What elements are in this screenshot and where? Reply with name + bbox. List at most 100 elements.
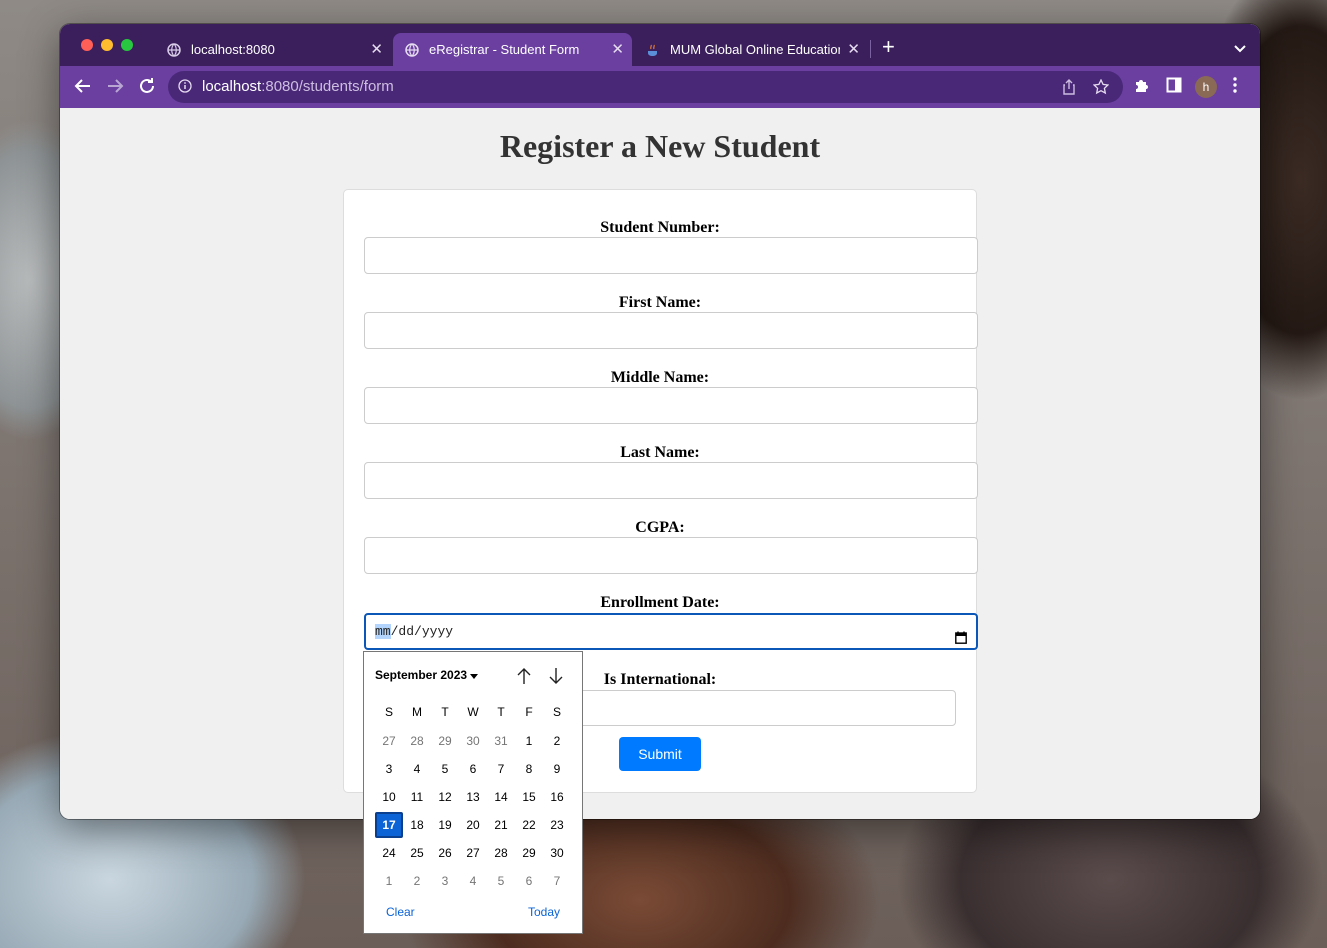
calendar-day[interactable]: 4 bbox=[403, 756, 431, 782]
enrollment-date-label: Enrollment Date: bbox=[600, 594, 720, 611]
bookmark-star-icon[interactable] bbox=[1092, 78, 1110, 99]
first-name-input[interactable] bbox=[364, 312, 978, 349]
side-panel-icon[interactable] bbox=[1166, 77, 1182, 98]
calendar-day[interactable]: 31 bbox=[487, 728, 515, 754]
calendar-day[interactable]: 29 bbox=[515, 840, 543, 866]
weekday-label: W bbox=[467, 705, 479, 719]
chevron-down-icon[interactable] bbox=[1234, 40, 1246, 58]
url-text: localhost:8080/students/form bbox=[202, 78, 394, 95]
close-tab-icon[interactable]: ✕ bbox=[611, 40, 624, 58]
kebab-menu-icon[interactable] bbox=[1233, 77, 1237, 98]
date-picker-popup: September 2023 SMTWTFS 27 28 29 30 31 1 2 3 4 5 6 7… bbox=[363, 651, 583, 934]
submit-button[interactable]: Submit bbox=[619, 737, 701, 771]
tab-localhost[interactable]: localhost:8080 ✕ bbox=[155, 33, 391, 66]
calendar-day[interactable]: 25 bbox=[403, 840, 431, 866]
calendar-day[interactable]: 16 bbox=[543, 784, 571, 810]
calendar-day[interactable]: 6 bbox=[459, 756, 487, 782]
previous-month-arrow-icon[interactable] bbox=[516, 667, 532, 690]
minimize-window-button[interactable] bbox=[101, 39, 113, 51]
calendar-day[interactable]: 1 bbox=[375, 868, 403, 894]
last-name-label: Last Name: bbox=[620, 444, 700, 461]
calendar-day[interactable]: 22 bbox=[515, 812, 543, 838]
date-year-segment[interactable]: yyyy bbox=[422, 624, 453, 639]
share-icon[interactable] bbox=[1062, 79, 1076, 99]
enrollment-date-input[interactable]: mm/dd/yyyy bbox=[364, 613, 978, 650]
url-host: localhost bbox=[202, 78, 262, 95]
calendar-day[interactable]: 13 bbox=[459, 784, 487, 810]
month-year-label: September 2023 bbox=[375, 668, 468, 682]
calendar-day[interactable]: 6 bbox=[515, 868, 543, 894]
calendar-day-selected[interactable]: 17 bbox=[375, 812, 403, 838]
calendar-day[interactable]: 27 bbox=[375, 728, 403, 754]
calendar-day[interactable]: 7 bbox=[487, 756, 515, 782]
cgpa-input[interactable] bbox=[364, 537, 978, 574]
calendar-day[interactable]: 28 bbox=[403, 728, 431, 754]
tab-student-form[interactable]: eRegistrar - Student Form ✕ bbox=[393, 33, 632, 66]
new-tab-button[interactable]: + bbox=[882, 36, 895, 58]
page-viewport: Register a New Student Student Number: F… bbox=[60, 108, 1260, 819]
calendar-day[interactable]: 2 bbox=[403, 868, 431, 894]
calendar-day[interactable]: 5 bbox=[487, 868, 515, 894]
calendar-day[interactable]: 2 bbox=[543, 728, 571, 754]
tab-bar: localhost:8080 ✕ eRegistrar - Student Fo… bbox=[60, 24, 1260, 66]
reload-icon[interactable] bbox=[138, 77, 156, 100]
last-name-input[interactable] bbox=[364, 462, 978, 499]
calendar-day[interactable]: 23 bbox=[543, 812, 571, 838]
calendar-day[interactable]: 21 bbox=[487, 812, 515, 838]
calendar-day[interactable]: 29 bbox=[431, 728, 459, 754]
first-name-label: First Name: bbox=[618, 294, 702, 311]
weekday-label: S bbox=[552, 705, 561, 719]
next-month-arrow-icon[interactable] bbox=[548, 667, 564, 690]
extensions-puzzle-icon[interactable] bbox=[1133, 77, 1150, 99]
calendar-day[interactable]: 5 bbox=[431, 756, 459, 782]
calendar-day[interactable]: 30 bbox=[459, 728, 487, 754]
calendar-day[interactable]: 4 bbox=[459, 868, 487, 894]
calendar-day[interactable]: 27 bbox=[459, 840, 487, 866]
calendar-day[interactable]: 11 bbox=[403, 784, 431, 810]
profile-avatar[interactable]: h bbox=[1195, 76, 1217, 98]
tab-mum-global[interactable]: MUM Global Online Education ✕ bbox=[634, 33, 868, 66]
calendar-day[interactable]: 15 bbox=[515, 784, 543, 810]
today-button[interactable]: Today bbox=[528, 905, 560, 919]
calendar-day[interactable]: 1 bbox=[515, 728, 543, 754]
globe-icon bbox=[405, 42, 419, 57]
date-day-segment[interactable]: dd bbox=[398, 624, 414, 639]
tab-title: MUM Global Online Education bbox=[670, 42, 840, 57]
close-window-button[interactable] bbox=[81, 39, 93, 51]
calendar-day[interactable]: 26 bbox=[431, 840, 459, 866]
calendar-day[interactable]: 24 bbox=[375, 840, 403, 866]
calendar-day[interactable]: 20 bbox=[459, 812, 487, 838]
calendar-day[interactable]: 19 bbox=[431, 812, 459, 838]
close-tab-icon[interactable]: ✕ bbox=[847, 40, 860, 58]
weekday-label: S bbox=[384, 705, 393, 719]
calendar-day[interactable]: 3 bbox=[375, 756, 403, 782]
calendar-day[interactable]: 30 bbox=[543, 840, 571, 866]
address-bar[interactable]: localhost:8080/students/form bbox=[168, 71, 1123, 103]
maximize-window-button[interactable] bbox=[121, 39, 133, 51]
middle-name-input[interactable] bbox=[364, 387, 978, 424]
calendar-day[interactable]: 14 bbox=[487, 784, 515, 810]
weekday-label: M bbox=[412, 705, 422, 719]
site-info-icon[interactable] bbox=[178, 79, 192, 97]
back-arrow-icon[interactable] bbox=[74, 77, 92, 100]
calendar-day[interactable]: 10 bbox=[375, 784, 403, 810]
calendar-day[interactable]: 18 bbox=[403, 812, 431, 838]
student-number-label: Student Number: bbox=[600, 219, 720, 236]
calendar-day[interactable]: 9 bbox=[543, 756, 571, 782]
calendar-day[interactable]: 7 bbox=[543, 868, 571, 894]
calendar-day[interactable]: 3 bbox=[431, 868, 459, 894]
clear-date-button[interactable]: Clear bbox=[386, 905, 415, 919]
date-month-segment[interactable]: mm bbox=[375, 624, 391, 639]
close-tab-icon[interactable]: ✕ bbox=[370, 40, 383, 58]
calendar-icon[interactable] bbox=[955, 624, 967, 657]
student-number-input[interactable] bbox=[364, 237, 978, 274]
month-year-selector[interactable]: September 2023 bbox=[375, 668, 479, 682]
calendar-day[interactable]: 12 bbox=[431, 784, 459, 810]
forward-arrow-icon[interactable] bbox=[106, 77, 124, 100]
cgpa-label: CGPA: bbox=[635, 519, 685, 536]
url-path: :8080/students/form bbox=[261, 78, 394, 95]
java-cup-icon bbox=[646, 43, 660, 57]
browser-window: localhost:8080 ✕ eRegistrar - Student Fo… bbox=[60, 24, 1260, 819]
calendar-day[interactable]: 8 bbox=[515, 756, 543, 782]
calendar-day[interactable]: 28 bbox=[487, 840, 515, 866]
